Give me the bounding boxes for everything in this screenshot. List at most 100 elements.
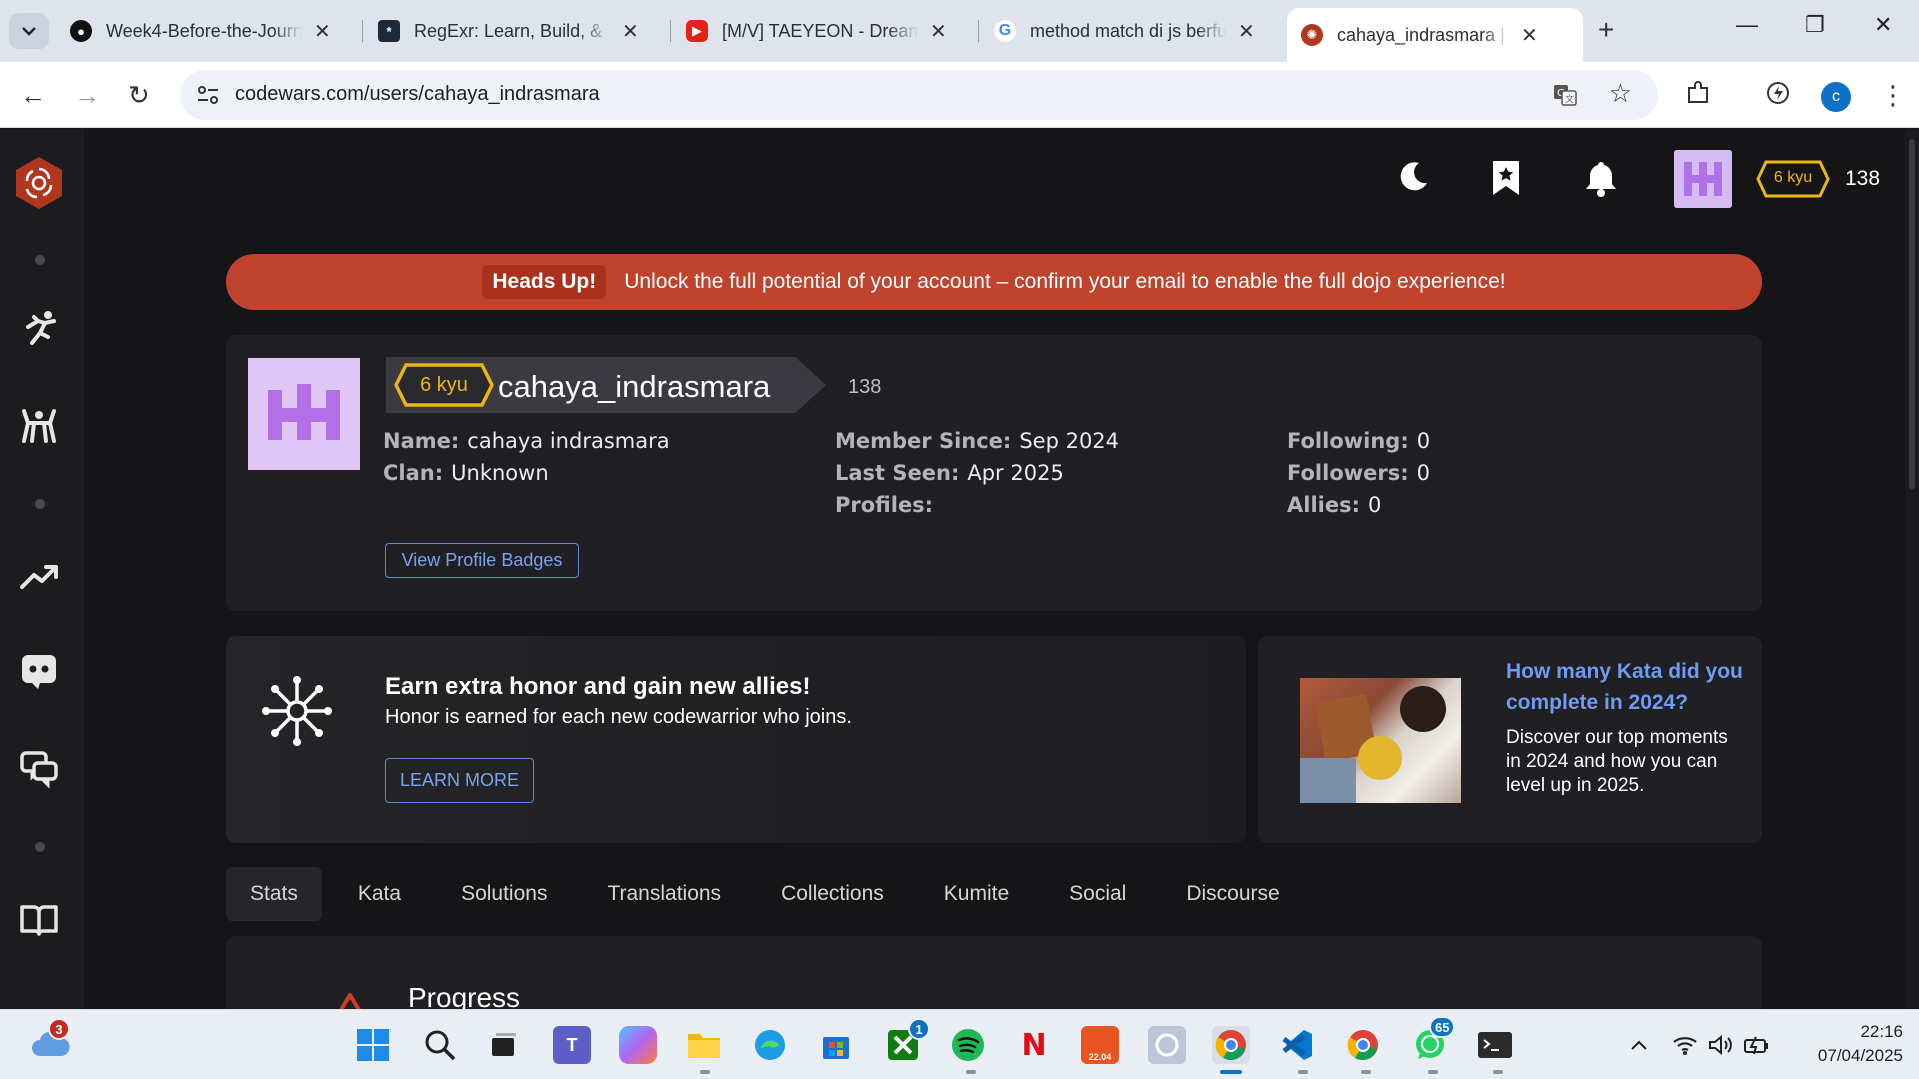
close-window-button[interactable]: ✕ bbox=[1874, 12, 1892, 38]
ubuntu-icon[interactable]: 22.04 bbox=[1081, 1026, 1119, 1064]
stats-card: Progress bbox=[226, 936, 1762, 1009]
member-since-field: Member Since: Sep 2024 bbox=[835, 429, 1120, 453]
notifications-bell-icon[interactable] bbox=[1584, 159, 1618, 197]
browser-menu-icon[interactable]: ⋮ bbox=[1880, 80, 1906, 111]
tab-search-button[interactable] bbox=[9, 13, 49, 49]
battery-charging-icon[interactable] bbox=[1742, 1026, 1772, 1064]
microsoft-store-icon[interactable] bbox=[817, 1026, 855, 1064]
docs-book-icon[interactable] bbox=[18, 899, 60, 941]
following-field: Following: 0 bbox=[1287, 429, 1431, 453]
translate-icon[interactable]: G 文 bbox=[1552, 82, 1578, 108]
windows-taskbar: 3 T 1 N 22.04 65 22:16 07/04/2025 bbox=[0, 1009, 1919, 1079]
profile-honor: 138 bbox=[848, 376, 882, 398]
copilot-icon[interactable] bbox=[619, 1026, 657, 1064]
codewars-logo-icon[interactable] bbox=[13, 155, 65, 211]
practice-icon[interactable] bbox=[18, 307, 60, 349]
minimize-button[interactable]: — bbox=[1736, 12, 1758, 38]
new-tab-button[interactable]: + bbox=[1598, 14, 1614, 46]
extensions-icon[interactable] bbox=[1685, 80, 1711, 113]
tab-collections[interactable]: Collections bbox=[757, 867, 908, 921]
learn-more-button[interactable]: LEARN MORE bbox=[385, 758, 534, 803]
forward-button[interactable]: → bbox=[74, 80, 100, 111]
browser-toolbar: ← → ↻ codewars.com/users/cahaya_indrasma… bbox=[0, 62, 1919, 128]
address-bar[interactable]: codewars.com/users/cahaya_indrasmara G 文… bbox=[180, 70, 1658, 120]
scrollbar-thumb[interactable] bbox=[1909, 139, 1915, 489]
training-icon[interactable] bbox=[18, 405, 60, 447]
tab-kumite[interactable]: Kumite bbox=[920, 867, 1033, 921]
system-clock[interactable]: 22:16 07/04/2025 bbox=[1793, 1020, 1903, 1068]
performance-icon[interactable] bbox=[1765, 80, 1791, 113]
progress-triangle-icon bbox=[339, 993, 361, 1009]
browser-tab[interactable]: * RegExr: Learn, Build, & Test ✕ bbox=[364, 8, 653, 54]
page-scrollbar[interactable] bbox=[1905, 129, 1919, 1009]
restore-button[interactable]: ❐ bbox=[1805, 12, 1825, 38]
year-review-thumbnail[interactable] bbox=[1300, 678, 1461, 803]
allies-field: Allies: 0 bbox=[1287, 493, 1382, 517]
browser-profile-avatar[interactable]: c bbox=[1821, 82, 1851, 112]
starburst-icon bbox=[262, 676, 332, 746]
tab-solutions[interactable]: Solutions bbox=[437, 867, 571, 921]
tab-title: method match di js berfungsi bbox=[1030, 20, 1226, 41]
tab-discourse[interactable]: Discourse bbox=[1162, 867, 1303, 921]
file-explorer-icon[interactable] bbox=[685, 1026, 723, 1064]
weather-widget[interactable]: 3 bbox=[28, 1018, 72, 1062]
teams-icon[interactable]: T bbox=[553, 1026, 591, 1064]
close-icon[interactable]: ✕ bbox=[622, 19, 639, 44]
tab-stats[interactable]: Stats bbox=[226, 867, 322, 921]
year-review-description: Discover our top moments in 2024 and how… bbox=[1506, 727, 1728, 796]
profile-card: 6 kyu cahaya_indrasmara 138 Name: cahaya … bbox=[226, 335, 1762, 611]
chrome-profile-icon[interactable] bbox=[1344, 1026, 1382, 1064]
browser-tab[interactable]: ● Week4-Before-the-Journey ✕ bbox=[56, 8, 345, 54]
bookmark-star-icon[interactable]: ☆ bbox=[1609, 78, 1632, 109]
close-icon[interactable]: ✕ bbox=[930, 19, 947, 44]
whatsapp-icon[interactable]: 65 bbox=[1411, 1016, 1456, 1064]
wifi-icon[interactable] bbox=[1670, 1026, 1700, 1064]
alert-message: Unlock the full potential of your accoun… bbox=[624, 270, 1506, 293]
remote-app-icon[interactable] bbox=[1148, 1026, 1186, 1064]
discord-icon[interactable] bbox=[18, 649, 60, 691]
xbox-badge: 1 bbox=[908, 1018, 930, 1040]
user-avatar[interactable] bbox=[1674, 150, 1732, 208]
tab-social[interactable]: Social bbox=[1045, 867, 1150, 921]
codewars-page: 6 kyu 138 Heads Up! Unlock the full pote… bbox=[0, 129, 1919, 1009]
weather-badge: 3 bbox=[48, 1018, 70, 1040]
bookmarks-icon[interactable] bbox=[1490, 159, 1522, 197]
browser-tab-active[interactable]: ✺ cahaya_indrasmara | Codewars ✕ bbox=[1287, 8, 1583, 62]
edge-icon[interactable] bbox=[751, 1026, 789, 1064]
clock-time: 22:16 bbox=[1860, 1022, 1903, 1041]
dark-mode-moon-icon[interactable] bbox=[1397, 159, 1431, 193]
terminal-icon[interactable] bbox=[1476, 1026, 1514, 1064]
close-icon[interactable]: ✕ bbox=[1238, 19, 1255, 44]
chat-forum-icon[interactable] bbox=[18, 747, 60, 789]
search-button[interactable] bbox=[421, 1026, 459, 1064]
task-view-button[interactable] bbox=[484, 1026, 522, 1064]
alert-label: Heads Up! bbox=[482, 265, 607, 299]
tab-kata[interactable]: Kata bbox=[334, 867, 425, 921]
tab-title: RegExr: Learn, Build, & Test bbox=[414, 20, 610, 41]
browser-tab-bar: ● Week4-Before-the-Journey ✕ * RegExr: L… bbox=[0, 0, 1919, 62]
chrome-active-icon[interactable] bbox=[1212, 1026, 1250, 1064]
leaderboard-trend-icon[interactable] bbox=[18, 555, 60, 597]
reload-button[interactable]: ↻ bbox=[128, 80, 150, 111]
browser-tab[interactable]: ▶ [M/V] TAEYEON - Dream ✕ bbox=[672, 8, 961, 54]
close-icon[interactable]: ✕ bbox=[1521, 23, 1538, 48]
honor-count: 138 bbox=[1845, 167, 1881, 190]
close-icon[interactable]: ✕ bbox=[314, 19, 331, 44]
show-hidden-icons-chevron[interactable] bbox=[1620, 1026, 1658, 1064]
spotify-icon[interactable] bbox=[949, 1026, 987, 1064]
browser-tab[interactable]: G method match di js berfungsi ✕ bbox=[980, 8, 1269, 54]
volume-icon[interactable] bbox=[1705, 1026, 1735, 1064]
tab-translations[interactable]: Translations bbox=[583, 867, 745, 921]
site-settings-icon[interactable] bbox=[196, 84, 220, 106]
back-button[interactable]: ← bbox=[20, 80, 46, 111]
google-icon: G bbox=[994, 20, 1016, 42]
year-review-link[interactable]: How many Kata did you complete in 2024? bbox=[1506, 656, 1746, 718]
xbox-icon[interactable]: 1 bbox=[884, 1018, 930, 1064]
view-profile-badges-button[interactable]: View Profile Badges bbox=[385, 543, 579, 578]
name-field: Name: cahaya indrasmara bbox=[383, 429, 670, 453]
tab-title: cahaya_indrasmara | Codewars bbox=[1337, 24, 1509, 45]
whatsapp-badge: 65 bbox=[1429, 1016, 1456, 1038]
netflix-icon[interactable]: N bbox=[1015, 1026, 1053, 1064]
start-button[interactable] bbox=[354, 1026, 392, 1064]
vscode-icon[interactable] bbox=[1278, 1026, 1316, 1064]
